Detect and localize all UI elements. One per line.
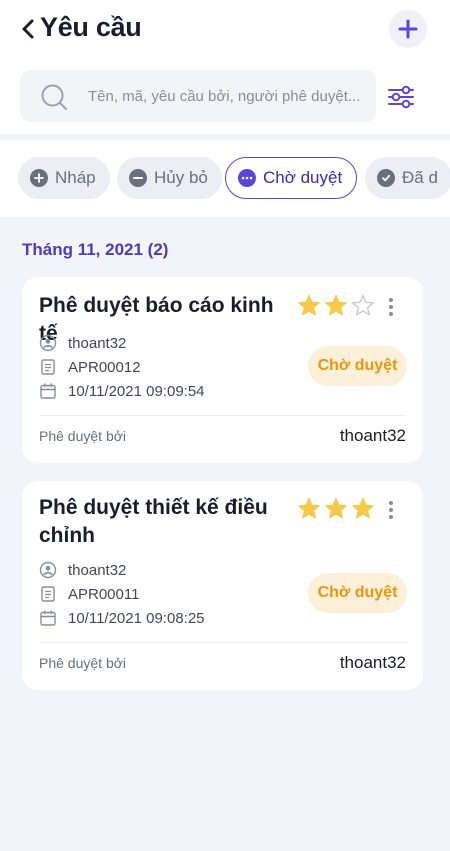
filter-chip-pending[interactable]: Chờ duyệt	[225, 157, 358, 199]
document-icon	[41, 359, 55, 375]
star-filled-icon	[352, 497, 374, 519]
request-card[interactable]: Phê duyệt báo cáo kinh tế thoant32 APR00…	[22, 277, 423, 463]
more-circle-icon	[238, 169, 256, 187]
star-empty-icon	[352, 294, 374, 316]
request-datetime: 10/11/2021 09:09:54	[39, 382, 205, 400]
request-user-text: thoant32	[68, 561, 127, 579]
search-box	[20, 70, 376, 122]
request-datetime-text: 10/11/2021 09:09:54	[68, 382, 205, 400]
user-icon	[39, 561, 57, 579]
request-code: APR00012	[39, 358, 141, 376]
request-user: thoant32	[39, 561, 126, 579]
request-code-text: APR00012	[68, 358, 141, 376]
more-options-button[interactable]	[382, 496, 400, 524]
minus-circle-icon	[129, 169, 147, 187]
approved-by-value: thoant32	[339, 426, 406, 445]
filter-chip-label: Đã d	[402, 168, 438, 187]
approved-by-label: Phê duyệt bởi	[39, 655, 127, 671]
top-bar: Yêu cầu	[0, 0, 450, 134]
calendar-icon	[40, 610, 56, 626]
star-filled-icon	[325, 294, 347, 316]
filter-settings-button[interactable]	[385, 82, 417, 112]
search-input[interactable]	[88, 70, 368, 122]
chevron-left-icon	[22, 19, 34, 39]
request-card[interactable]: Phê duyệt thiết kế điều chỉnh thoant32 A…	[22, 481, 423, 690]
plus-icon	[398, 19, 418, 39]
request-title: Phê duyệt thiết kế điều chỉnh	[39, 496, 268, 547]
approved-by-value: thoant32	[339, 653, 406, 672]
month-group-header: Tháng 11, 2021 (2)	[22, 240, 169, 259]
filter-chip-cancelled[interactable]: Hủy bỏ	[117, 157, 222, 199]
approved-by-label: Phê duyệt bởi	[39, 428, 127, 444]
document-icon	[41, 586, 55, 602]
request-datetime: 10/11/2021 09:08:25	[39, 609, 205, 627]
filter-chip-label: Hủy bỏ	[154, 168, 208, 187]
sliders-icon	[388, 85, 414, 109]
search-icon	[41, 84, 67, 110]
filter-chip-label: Nháp	[55, 168, 96, 187]
more-options-button[interactable]	[382, 293, 400, 321]
divider	[39, 642, 406, 643]
plus-circle-icon	[30, 169, 48, 187]
filter-chip-draft[interactable]: Nháp	[18, 157, 110, 199]
request-datetime-text: 10/11/2021 09:08:25	[68, 609, 205, 627]
request-code-text: APR00011	[68, 585, 140, 603]
request-user-text: thoant32	[68, 334, 127, 352]
rating-stars	[297, 294, 375, 317]
page-title: Yêu cầu	[40, 12, 142, 42]
status-badge: Chờ duyệt	[308, 346, 407, 386]
star-filled-icon	[325, 497, 347, 519]
filter-chip-approved[interactable]: Đã d	[365, 157, 450, 199]
status-badge: Chờ duyệt	[308, 573, 407, 613]
rating-stars	[297, 497, 375, 520]
check-circle-icon	[377, 169, 395, 187]
star-filled-icon	[298, 497, 320, 519]
request-code: APR00011	[39, 585, 139, 603]
calendar-icon	[40, 383, 56, 399]
add-request-button[interactable]	[389, 10, 427, 48]
status-filter-bar: Nháp Hủy bỏ Chờ duyệt Đã d	[0, 140, 450, 217]
back-button[interactable]	[14, 14, 42, 44]
star-filled-icon	[298, 294, 320, 316]
filter-chip-label: Chờ duyệt	[263, 168, 343, 187]
divider	[39, 415, 406, 416]
request-user: thoant32	[39, 334, 126, 352]
user-icon	[39, 334, 57, 352]
